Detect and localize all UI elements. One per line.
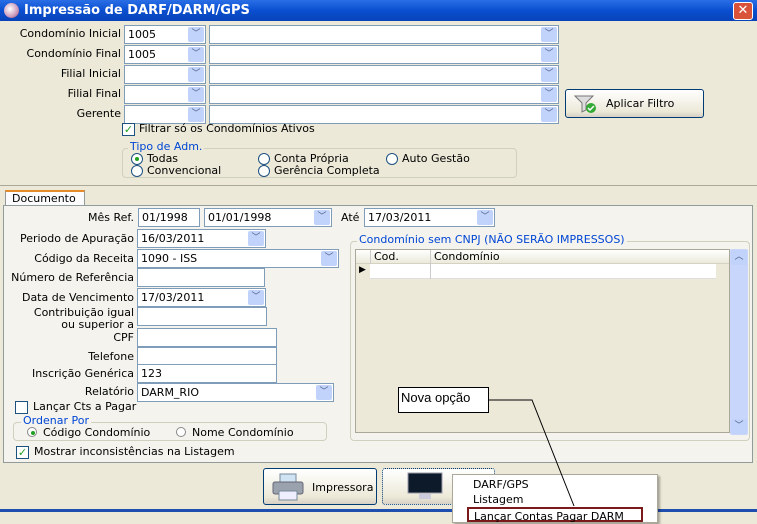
callout-box: Nova opção	[398, 387, 489, 413]
callout-line	[488, 399, 575, 507]
